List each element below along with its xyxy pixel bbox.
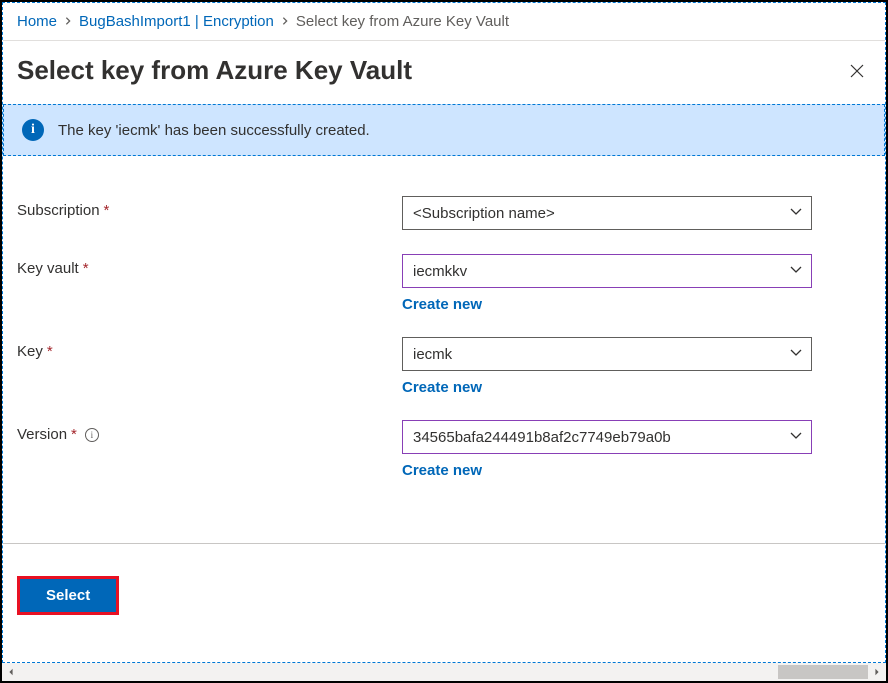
key-row: Key * iecmk Create new — [17, 337, 871, 396]
footer: Select — [3, 544, 885, 647]
key-create-new-link[interactable]: Create new — [402, 379, 482, 396]
subscription-dropdown[interactable]: <Subscription name> — [402, 196, 812, 230]
select-button[interactable]: Select — [17, 576, 119, 615]
scroll-right-arrow-icon[interactable] — [868, 663, 886, 681]
chevron-down-icon — [789, 345, 803, 363]
scrollbar-thumb[interactable] — [778, 665, 868, 679]
info-icon: i — [22, 119, 44, 141]
subscription-row: Subscription * <Subscription name> — [17, 196, 871, 230]
page-title: Select key from Azure Key Vault — [17, 55, 412, 86]
version-create-new-link[interactable]: Create new — [402, 462, 482, 479]
version-value: 34565bafa244491b8af2c7749eb79a0b — [413, 429, 671, 446]
close-button[interactable] — [843, 57, 871, 85]
keyvault-row: Key vault * iecmkkv Create new — [17, 254, 871, 313]
key-value: iecmk — [413, 346, 452, 363]
horizontal-scrollbar[interactable] — [2, 663, 886, 681]
keyvault-label: Key vault * — [17, 254, 402, 277]
form: Subscription * <Subscription name> Key v… — [3, 156, 885, 523]
version-label: Version * i — [17, 420, 402, 443]
chevron-down-icon — [789, 262, 803, 280]
breadcrumb: Home BugBashImport1 | Encryption Select … — [3, 3, 885, 41]
panel-header: Select key from Azure Key Vault — [3, 41, 885, 104]
chevron-down-icon — [789, 204, 803, 222]
required-indicator: * — [71, 426, 77, 443]
breadcrumb-encryption[interactable]: BugBashImport1 | Encryption — [79, 13, 274, 30]
keyvault-create-new-link[interactable]: Create new — [402, 296, 482, 313]
close-icon — [849, 63, 865, 79]
chevron-down-icon — [789, 428, 803, 446]
required-indicator: * — [104, 202, 110, 219]
chevron-right-icon — [63, 15, 73, 29]
breadcrumb-current: Select key from Azure Key Vault — [296, 13, 509, 30]
required-indicator: * — [47, 343, 53, 360]
version-row: Version * i 34565bafa244491b8af2c7749eb7… — [17, 420, 871, 479]
notification-text: The key 'iecmk' has been successfully cr… — [58, 122, 370, 139]
success-notification: i The key 'iecmk' has been successfully … — [3, 104, 885, 156]
subscription-value: <Subscription name> — [413, 205, 555, 222]
key-dropdown[interactable]: iecmk — [402, 337, 812, 371]
keyvault-dropdown[interactable]: iecmkkv — [402, 254, 812, 288]
key-label: Key * — [17, 337, 402, 360]
required-indicator: * — [83, 260, 89, 277]
chevron-right-icon — [280, 15, 290, 29]
scroll-left-arrow-icon[interactable] — [2, 663, 20, 681]
info-icon[interactable]: i — [85, 428, 99, 442]
subscription-label: Subscription * — [17, 196, 402, 219]
breadcrumb-home[interactable]: Home — [17, 13, 57, 30]
keyvault-value: iecmkkv — [413, 263, 467, 280]
scrollbar-track[interactable] — [20, 663, 868, 681]
version-dropdown[interactable]: 34565bafa244491b8af2c7749eb79a0b — [402, 420, 812, 454]
